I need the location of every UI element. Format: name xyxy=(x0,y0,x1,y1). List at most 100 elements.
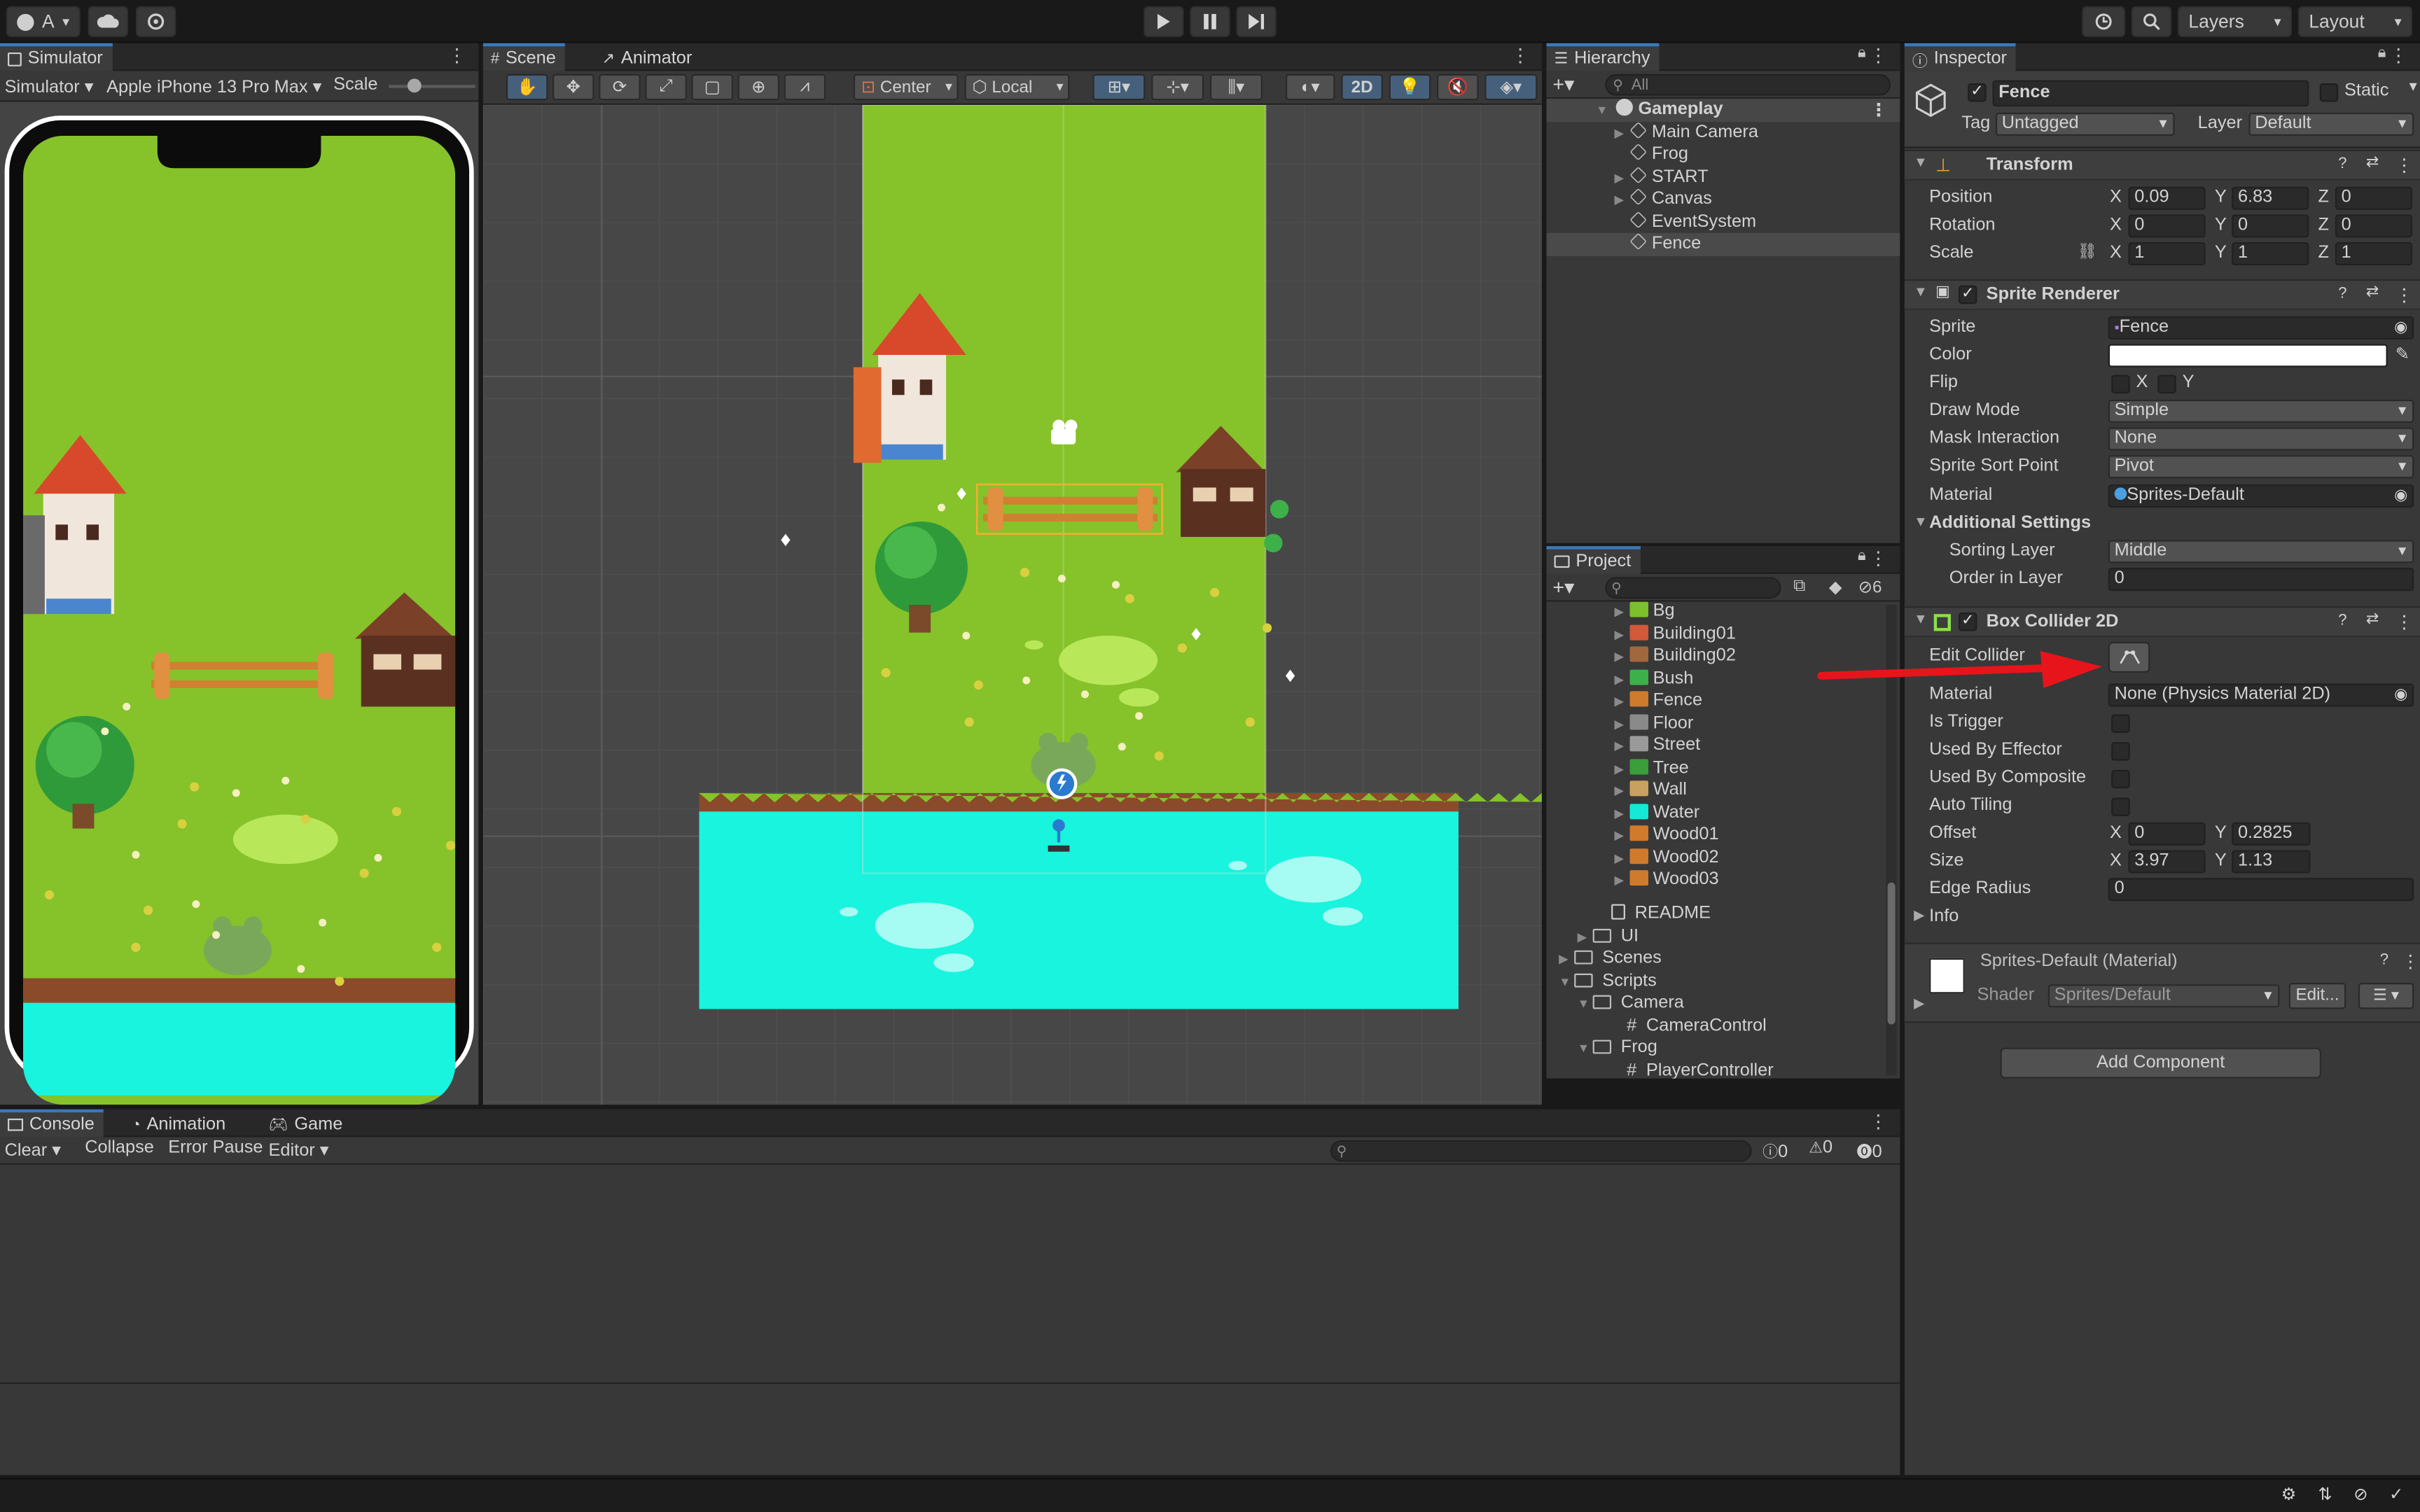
sprite-renderer-enabled-checkbox[interactable]: ✓ xyxy=(1959,285,1977,304)
scale-z-input[interactable]: 1 xyxy=(2335,242,2413,266)
shader-options-button[interactable]: ☰ ▾ xyxy=(2358,983,2414,1009)
tab-game[interactable]: 🎮︎ Game xyxy=(260,1110,352,1138)
tree-item-sprite[interactable]: ▶ Floor xyxy=(1547,713,1885,736)
scale-slider-handle[interactable] xyxy=(407,78,422,93)
tree-item-frog-folder[interactable]: ▼ Frog xyxy=(1547,1038,1885,1060)
active-checkbox[interactable]: ✓ xyxy=(1968,83,1987,102)
tree-item-camera-folder[interactable]: ▼ Camera xyxy=(1547,993,1885,1016)
rotate-tool-button[interactable]: ⟳ xyxy=(599,74,641,101)
cloud-button[interactable] xyxy=(88,6,128,37)
warning-count-toggle[interactable]: ⚠0 xyxy=(1809,1139,1833,1157)
tree-item-start[interactable]: ▶ START xyxy=(1547,165,1900,188)
edit-shader-button[interactable]: Edit... xyxy=(2288,983,2346,1009)
tab-console[interactable]: Console xyxy=(0,1109,104,1138)
scene-menu-icon[interactable]: ⋮ xyxy=(1511,45,1529,66)
hierarchy-add-button[interactable]: +▾ xyxy=(1552,73,1574,97)
tag-dropdown[interactable]: Untagged xyxy=(1995,112,2175,136)
scale-tool-button[interactable]: ⤢ xyxy=(645,74,687,101)
sprite-field[interactable]: ▪Fence ◉ xyxy=(2108,316,2414,340)
pause-button[interactable] xyxy=(1190,6,1230,37)
project-add-button[interactable]: +▾ xyxy=(1552,575,1574,600)
tree-item-sprite[interactable]: ▶ Wood02 xyxy=(1547,848,1885,870)
scale-y-input[interactable]: 1 xyxy=(2232,242,2309,266)
box-collider-header[interactable]: ▼ ✓ Box Collider 2D ? ⇄ ⋮ xyxy=(1904,606,2420,638)
align-button[interactable]: ⫼▾ xyxy=(1210,74,1263,101)
status-check-icon[interactable]: ✓ xyxy=(2389,1484,2403,1504)
audio-button[interactable]: 🔇 xyxy=(1437,74,1479,101)
search-by-type-icon[interactable]: ⧉ xyxy=(1793,577,1805,597)
edit-collider-button[interactable] xyxy=(2108,641,2150,673)
tree-item-eventsystem[interactable]: EventSystem xyxy=(1547,210,1900,233)
error-count-toggle[interactable]: ⓿0 xyxy=(1857,1139,1882,1161)
preset-icon[interactable]: ⇄ xyxy=(2366,284,2379,301)
project-scrollbar-thumb[interactable] xyxy=(1887,882,1896,1025)
project-search-input[interactable]: ⚲ xyxy=(1605,577,1781,599)
draw-mode-dropdown[interactable]: Simple xyxy=(2108,399,2414,423)
scale-x-input[interactable]: 1 xyxy=(2128,242,2206,266)
static-checkbox[interactable] xyxy=(2319,83,2339,102)
position-y-input[interactable]: 6.83 xyxy=(2232,186,2309,210)
size-y-input[interactable]: 1.13 xyxy=(2232,850,2311,874)
preset-icon[interactable]: ⇄ xyxy=(2366,611,2379,628)
mode-2d-button[interactable]: 2D xyxy=(1341,74,1383,101)
account-dropdown[interactable]: A ▾ xyxy=(6,6,81,37)
lighting-button[interactable]: 💡 xyxy=(1389,74,1431,101)
cache-icon[interactable]: ⊘ xyxy=(2353,1484,2367,1504)
grid-snap-button[interactable]: ⊞▾ xyxy=(1092,74,1146,101)
tab-scene[interactable]: # Scene xyxy=(482,43,566,71)
color-swatch[interactable] xyxy=(2108,344,2388,368)
component-menu-icon[interactable]: ⋮ xyxy=(2395,154,2413,176)
add-component-button[interactable]: Add Component xyxy=(2000,1047,2321,1079)
object-picker-icon[interactable]: ◉ xyxy=(2394,486,2407,506)
hand-tool-button[interactable]: ✋ xyxy=(506,74,548,101)
layer-dropdown[interactable]: Default xyxy=(2248,112,2414,136)
console-log-area[interactable] xyxy=(0,1165,1900,1385)
search-by-label-icon[interactable]: ◆ xyxy=(1829,577,1842,597)
tree-item-sprite[interactable]: ▶ Tree xyxy=(1547,758,1885,780)
rotation-y-input[interactable]: 0 xyxy=(2232,214,2309,238)
tab-project[interactable]: Project xyxy=(1546,546,1641,574)
network-icon[interactable]: ⇅ xyxy=(2318,1484,2332,1504)
hidden-packages-icon[interactable]: ⊘6 xyxy=(1858,577,1882,597)
constrain-proportions-icon[interactable]: ⛓ xyxy=(2078,244,2097,260)
tab-inspector[interactable]: ⓘ Inspector xyxy=(1904,43,2017,71)
editor-dropdown[interactable]: Editor ▾ xyxy=(269,1139,329,1160)
undo-history-button[interactable] xyxy=(2082,6,2126,37)
rotation-x-input[interactable]: 0 xyxy=(2128,214,2206,238)
collapse-button[interactable]: Collapse xyxy=(85,1139,154,1157)
layout-dropdown[interactable]: Layout ▾ xyxy=(2297,6,2413,37)
step-button[interactable] xyxy=(1236,6,1277,37)
lock-icon[interactable]: 🔒︎ xyxy=(2378,45,2386,62)
edge-radius-input[interactable]: 0 xyxy=(2108,878,2414,902)
expand-arrow-icon[interactable]: ▶ xyxy=(1914,907,1924,924)
sorting-layer-dropdown[interactable]: Middle xyxy=(2108,540,2414,564)
console-search-input[interactable]: ⚲ xyxy=(1330,1140,1752,1162)
flip-x-checkbox[interactable] xyxy=(2111,374,2130,394)
used-by-composite-checkbox[interactable] xyxy=(2111,769,2130,789)
simulator-menu-icon[interactable]: ⋮ xyxy=(447,45,466,66)
search-button[interactable] xyxy=(2131,6,2172,37)
tree-item-canvas[interactable]: ▶ Canvas xyxy=(1547,188,1900,211)
tree-item-gameplay[interactable]: ▼ Gameplay ⋮ xyxy=(1546,99,1900,122)
transform-header[interactable]: ▼ ⊥ Transform ? ⇄ ⋮ xyxy=(1904,149,2420,181)
static-dropdown-icon[interactable]: ▾ xyxy=(2409,78,2417,95)
position-x-input[interactable]: 0.09 xyxy=(2128,186,2206,210)
auto-tiling-checkbox[interactable] xyxy=(2111,797,2130,816)
effects-button[interactable]: ◈▾ xyxy=(1484,74,1538,101)
offset-y-input[interactable]: 0.2825 xyxy=(2232,822,2311,846)
object-picker-icon[interactable]: ◉ xyxy=(2394,685,2407,706)
help-icon[interactable]: ? xyxy=(2338,286,2346,302)
scene-canvas[interactable] xyxy=(482,104,1542,1105)
mask-interaction-dropdown[interactable]: None xyxy=(2108,427,2414,451)
tree-item-camera-control-script[interactable]: # CameraControl xyxy=(1547,1016,1885,1038)
tree-item-readme[interactable]: README xyxy=(1547,904,1885,927)
shader-dropdown[interactable]: Sprites/Default xyxy=(2047,984,2280,1008)
tree-item-ui-folder[interactable]: ▶ UI xyxy=(1547,927,1885,949)
console-menu-icon[interactable]: ⋮ xyxy=(1869,1111,1887,1133)
custom-tool-button[interactable]: ⩘ xyxy=(784,74,826,101)
additional-settings-foldout[interactable]: Additional Settings xyxy=(1929,514,2091,532)
tree-item-sprite[interactable]: ▶ Bg xyxy=(1547,601,1885,624)
tree-item-frog[interactable]: Frog xyxy=(1547,143,1900,166)
layers-dropdown[interactable]: Layers ▾ xyxy=(2177,6,2293,37)
shading-mode-button[interactable]: ◐▾ xyxy=(1286,74,1335,101)
